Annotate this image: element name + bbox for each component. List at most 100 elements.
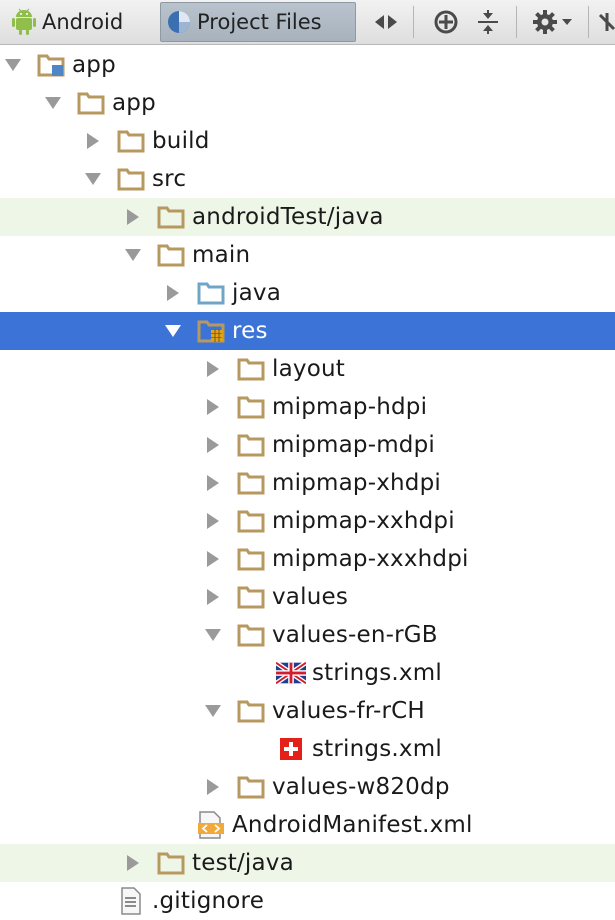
tree-row[interactable]: values-en-rGB — [0, 616, 615, 654]
tab-project-files-label: Project Files — [197, 10, 322, 34]
collapsed-arrow-icon[interactable] — [80, 132, 106, 150]
folder-icon — [116, 166, 146, 192]
tab-android-label: Android — [42, 10, 124, 34]
tree-item-label: mipmap-xxxhdpi — [272, 546, 469, 572]
tree-row[interactable]: mipmap-hdpi — [0, 388, 615, 426]
tree-row[interactable]: java — [0, 274, 615, 312]
folder-icon — [236, 698, 266, 724]
tree-item-label: test/java — [192, 850, 294, 876]
tree-row[interactable]: AndroidManifest.xml — [0, 806, 615, 844]
tree-item-label: values — [272, 584, 349, 610]
collapsed-arrow-icon[interactable] — [200, 778, 226, 796]
project-toolbar: Android Project Files — [0, 0, 615, 45]
folder-icon — [156, 242, 186, 268]
tree-row[interactable]: strings.xml — [0, 730, 615, 768]
tree-row[interactable]: src — [0, 160, 615, 198]
tree-row[interactable]: values-w820dp — [0, 768, 615, 806]
folder-icon — [76, 90, 106, 116]
tree-item-label: mipmap-hdpi — [272, 394, 428, 420]
tree-row[interactable]: app — [0, 46, 615, 84]
tree-row[interactable]: mipmap-xhdpi — [0, 464, 615, 502]
collapsed-arrow-icon[interactable] — [120, 208, 146, 226]
module-folder-icon — [36, 52, 66, 78]
folder-icon — [236, 622, 266, 648]
expanded-arrow-icon[interactable] — [160, 324, 186, 338]
folder-icon — [236, 432, 266, 458]
expanded-arrow-icon[interactable] — [40, 96, 66, 110]
tree-item-label: strings.xml — [312, 736, 442, 762]
tree-item-label: mipmap-xhdpi — [272, 470, 441, 496]
folder-icon — [236, 470, 266, 496]
collapse-all-icon[interactable] — [472, 6, 504, 38]
arrows-left-right-icon[interactable] — [370, 6, 402, 38]
tree-row[interactable]: values — [0, 578, 615, 616]
tab-project-files[interactable]: Project Files — [160, 2, 356, 42]
collapsed-arrow-icon[interactable] — [200, 588, 226, 606]
collapsed-arrow-icon[interactable] — [200, 512, 226, 530]
tree-row[interactable]: main — [0, 236, 615, 274]
collapsed-arrow-icon[interactable] — [200, 398, 226, 416]
collapsed-arrow-icon[interactable] — [160, 284, 186, 302]
gear-icon[interactable] — [530, 6, 576, 38]
tree-item-label: AndroidManifest.xml — [232, 812, 473, 838]
tree-item-label: app — [112, 90, 156, 116]
tree-row[interactable]: res — [0, 312, 615, 350]
folder-icon — [156, 204, 186, 230]
tree-row[interactable]: strings.xml — [0, 654, 615, 692]
tree-item-label: res — [232, 318, 268, 344]
tree-item-label: mipmap-mdpi — [272, 432, 435, 458]
tree-row[interactable]: mipmap-mdpi — [0, 426, 615, 464]
tree-row[interactable]: app — [0, 84, 615, 122]
collapsed-arrow-icon[interactable] — [200, 550, 226, 568]
folder-icon — [236, 394, 266, 420]
expanded-arrow-icon[interactable] — [120, 248, 146, 262]
tree-item-label: values-w820dp — [272, 774, 450, 800]
folder-icon — [236, 584, 266, 610]
tree-item-label: values-fr-rCH — [272, 698, 425, 724]
android-icon — [6, 8, 42, 36]
folder-icon — [236, 546, 266, 572]
tree-item-label: values-en-rGB — [272, 622, 438, 648]
collapsed-arrow-icon[interactable] — [200, 436, 226, 454]
project-files-icon — [161, 9, 197, 35]
uk-flag-icon — [276, 660, 306, 686]
tree-row[interactable]: androidTest/java — [0, 198, 615, 236]
folder-icon — [236, 356, 266, 382]
tree-row[interactable]: test/java — [0, 844, 615, 882]
expanded-arrow-icon[interactable] — [0, 58, 26, 72]
folder-icon — [116, 128, 146, 154]
tree-row[interactable]: build — [0, 122, 615, 160]
tree-item-label: layout — [272, 356, 345, 382]
source-folder-icon — [196, 280, 226, 306]
tab-android[interactable]: Android — [6, 2, 156, 42]
tree-item-label: main — [192, 242, 251, 268]
tree-row[interactable]: mipmap-xxhdpi — [0, 502, 615, 540]
swiss-flag-icon — [276, 736, 306, 762]
collapsed-arrow-icon[interactable] — [120, 854, 146, 872]
tree-row[interactable]: mipmap-xxxhdpi — [0, 540, 615, 578]
tree-row[interactable]: layout — [0, 350, 615, 388]
expanded-arrow-icon[interactable] — [80, 172, 106, 186]
tree-item-label: src — [152, 166, 187, 192]
expanded-arrow-icon[interactable] — [200, 704, 226, 718]
tree-item-label: mipmap-xxhdpi — [272, 508, 455, 534]
crosshair-icon[interactable] — [430, 6, 462, 38]
collapsed-arrow-icon[interactable] — [200, 360, 226, 378]
resource-folder-icon — [196, 318, 226, 344]
collapsed-arrow-icon[interactable] — [200, 474, 226, 492]
folder-icon — [156, 850, 186, 876]
tree-item-label: build — [152, 128, 210, 154]
tree-row[interactable]: values-fr-rCH — [0, 692, 615, 730]
tree-item-label: androidTest/java — [192, 204, 384, 230]
folder-icon — [236, 508, 266, 534]
tree-item-label: java — [232, 280, 281, 306]
tree-item-label: .gitignore — [152, 888, 265, 914]
manifest-file-icon — [196, 811, 226, 839]
tree-row[interactable]: .gitignore — [0, 882, 615, 920]
expanded-arrow-icon[interactable] — [200, 628, 226, 642]
folder-icon — [236, 774, 266, 800]
tree-item-label: app — [72, 52, 116, 78]
text-file-icon — [116, 887, 146, 915]
tree-item-label: strings.xml — [312, 660, 442, 686]
hide-panel-icon[interactable] — [596, 6, 615, 38]
